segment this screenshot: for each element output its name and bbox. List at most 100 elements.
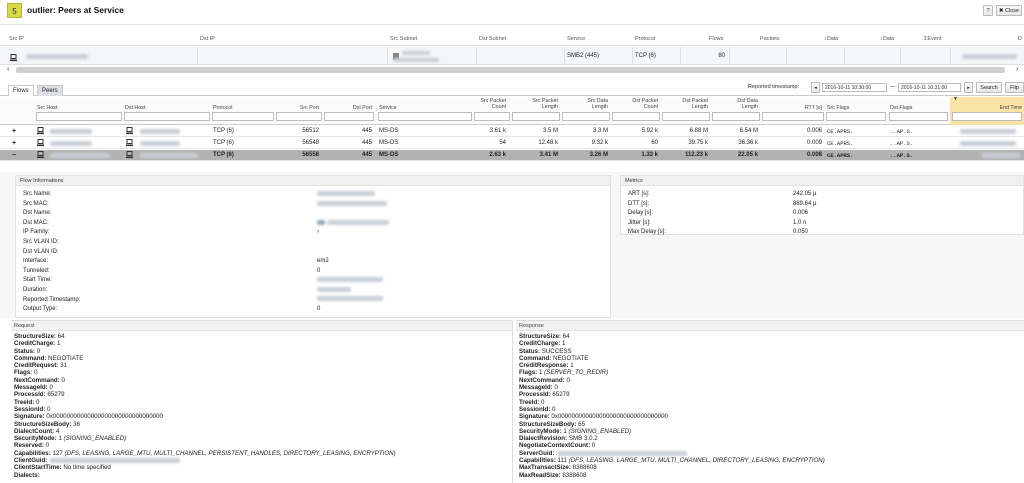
col-packets[interactable]: Packets xyxy=(760,34,780,45)
host-icon xyxy=(37,151,44,164)
timestamp-prev-button[interactable]: ◂ xyxy=(811,82,820,93)
col-data-a[interactable]: ↕Data xyxy=(824,34,838,45)
filter-dst-host[interactable] xyxy=(124,112,210,121)
scroll-right-icon[interactable]: › xyxy=(1016,66,1018,74)
filter-dst-packet-count[interactable] xyxy=(612,112,660,121)
response-line: Capabilities: 111 (DFS, LEASING, LARGE_M… xyxy=(516,457,1024,464)
flow-info-label: Src MAC: xyxy=(23,200,49,207)
close-button[interactable]: ✖ Close xyxy=(996,5,1022,16)
request-field-name: Reserved: xyxy=(14,442,44,450)
table-row[interactable]: − TCP (6) 56558 445 MS-DS 2.63 k 3.41 M 3.26 M 1… xyxy=(0,150,1024,161)
col-dst-data-length[interactable]: Dst Data Length xyxy=(722,98,758,111)
grid-row[interactable]: SMB2 (445) TCP (6) 80 xyxy=(0,47,1024,65)
filter-protocol[interactable] xyxy=(212,112,274,121)
request-field-value: 31 xyxy=(58,362,67,370)
filter-dst-port[interactable] xyxy=(324,112,374,121)
src-host-redacted xyxy=(50,129,92,134)
filter-src-host[interactable] xyxy=(36,112,122,121)
col-src-packet-length[interactable]: Src Packet Length xyxy=(522,98,558,111)
filter-src-flags[interactable] xyxy=(826,112,886,121)
filter-rtt[interactable] xyxy=(762,112,824,121)
col-dst-host[interactable]: Dst Host xyxy=(125,105,145,112)
col-dst-packet-count[interactable]: Dst Packet Count xyxy=(622,98,658,111)
row-dst-data-length: 22.05 k xyxy=(737,152,758,158)
request-line: Flags: 0 xyxy=(11,369,512,376)
col-dst-port[interactable]: Dst Port xyxy=(330,105,372,112)
filter-src-packet-length[interactable] xyxy=(512,112,560,121)
table-row[interactable]: + TCP (6) 56548 445 MS-DS 54 12.48 k 9.32 k 60 39… xyxy=(0,138,1024,149)
scroll-left-icon[interactable]: ‹ xyxy=(7,66,9,74)
request-line: CreditRequest: 31 xyxy=(11,362,512,369)
metric-label: Max Delay [s]: xyxy=(628,229,667,236)
response-field-name: ServerGuid: xyxy=(519,449,555,457)
request-line: CreditCharge: 1 xyxy=(11,340,512,347)
request-field-value: 64 xyxy=(55,333,65,340)
timestamp-from-input[interactable]: 2016-10-11 10:30:00 xyxy=(822,83,887,92)
filter-src-packet-count[interactable] xyxy=(474,112,510,121)
col-event[interactable]: ΣEvent xyxy=(924,34,941,45)
row-dst-port: 445 xyxy=(361,140,372,146)
response-line: SessionId: 0 xyxy=(516,406,1024,413)
expand-toggle-icon[interactable]: − xyxy=(12,150,16,161)
col-src-subnet[interactable]: Src Subnet xyxy=(390,34,417,45)
response-field-value: 8388608 xyxy=(560,471,587,479)
window-header: 5 outlier: Peers at Service ? ✖ Close xyxy=(0,0,1024,25)
row-dst-packet-length: 112.23 k xyxy=(684,152,708,158)
filter-dst-data-length[interactable] xyxy=(712,112,760,121)
filter-service[interactable] xyxy=(378,112,472,121)
col-src-flags[interactable]: Src Flags xyxy=(827,105,849,112)
timestamp-next-button[interactable]: ▸ xyxy=(964,82,973,93)
help-button[interactable]: ? xyxy=(983,5,993,16)
col-protocol[interactable]: Protocol xyxy=(213,105,232,112)
col-rtt[interactable]: RTT [s] xyxy=(782,105,822,112)
metric-value: 1.0 n xyxy=(793,219,807,226)
col-flows[interactable]: Flows xyxy=(709,34,723,45)
col-dst-flags[interactable]: Dst Flags xyxy=(890,105,912,112)
flip-button[interactable]: Flip xyxy=(1005,82,1024,93)
horizontal-scrollbar[interactable]: ‹ › xyxy=(0,66,1024,74)
filter-src-port[interactable] xyxy=(276,112,322,121)
col-dst-packet-length[interactable]: Dst Packet Length xyxy=(672,98,708,111)
filter-dst-packet-length[interactable] xyxy=(662,112,710,121)
col-src-packet-count[interactable]: Src Packet Count xyxy=(472,98,506,111)
col-src-host[interactable]: Src Host xyxy=(37,105,57,112)
col-end-time[interactable]: End Time xyxy=(970,105,1022,112)
tab-flows[interactable]: Flows xyxy=(8,85,34,96)
row-rtt: 0.006 xyxy=(806,128,822,134)
page-title: outlier: Peers at Service xyxy=(27,5,124,15)
response-field-flags: (SIGNING_ENABLED) xyxy=(568,427,632,435)
response-line: Flags: 1 (SERVER_TO_REDIR) xyxy=(516,369,1024,376)
filter-end-time[interactable] xyxy=(952,112,1022,121)
filter-dst-flags[interactable] xyxy=(889,112,948,121)
col-src-port[interactable]: Src Port xyxy=(277,105,319,112)
scrollbar-thumb[interactable] xyxy=(16,67,1005,73)
request-field-name: Capabilities: xyxy=(14,449,51,457)
row-service: SMB2 (445) xyxy=(567,53,600,59)
expand-toggle-icon[interactable]: + xyxy=(12,138,16,149)
sort-desc-icon[interactable]: ▼ xyxy=(953,96,958,103)
col-dst-ip[interactable]: Dst IP xyxy=(200,34,215,45)
response-field-value: 0 xyxy=(552,384,558,392)
request-field-name: ClientGuid: xyxy=(14,457,48,465)
filter-src-data-length[interactable] xyxy=(562,112,610,121)
timestamp-to-input[interactable]: 2016-10-11 10:31:00 xyxy=(898,83,961,92)
flow-info-label: Src Name: xyxy=(23,191,52,197)
col-data-b[interactable]: ↕Data xyxy=(880,34,894,45)
flow-info-label: Start Time: xyxy=(23,277,53,284)
search-button[interactable]: Search xyxy=(976,82,1002,93)
col-protocol[interactable]: Protocol xyxy=(635,34,655,45)
expand-toggle-icon[interactable]: + xyxy=(12,126,16,137)
col-dst-subnet[interactable]: Dst Subnet xyxy=(479,34,506,45)
response-field-value: NEGOTIATE xyxy=(551,354,589,362)
col-src-ip[interactable]: Src IP xyxy=(9,34,24,45)
col-service[interactable]: Service xyxy=(567,34,585,45)
col-d[interactable]: D xyxy=(1018,34,1022,45)
request-field-name: NextCommand: xyxy=(14,376,60,384)
response-field-name: NextCommand: xyxy=(519,376,565,384)
table-row[interactable]: + TCP (6) 56512 445 MS-DS 3.61 k 3.5 M 3.3 M 5.9… xyxy=(0,126,1024,137)
col-service[interactable]: Service xyxy=(379,105,397,112)
tab-peers[interactable]: Peers xyxy=(37,85,63,96)
col-src-data-length[interactable]: Src Data Length xyxy=(572,98,608,111)
host-icon xyxy=(126,151,133,164)
metrics-labels: ART [s]: DTT [s]: Delay [s]: Jitter [s]: Max… xyxy=(628,190,666,238)
